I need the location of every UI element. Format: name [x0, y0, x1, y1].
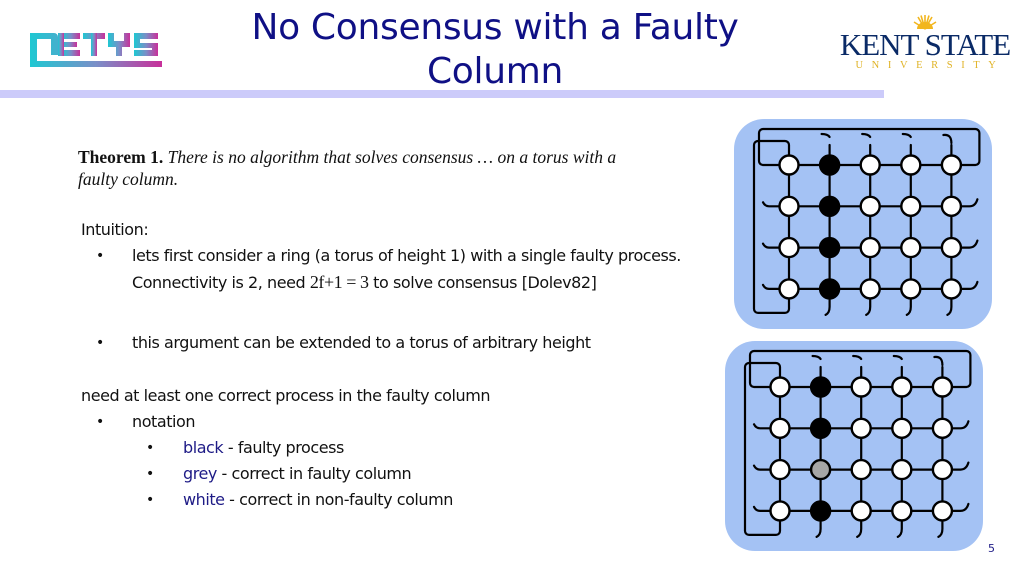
process-node-white [900, 236, 922, 259]
process-node-white [940, 236, 963, 259]
bullet-marker: • [96, 248, 104, 264]
process-node-white [769, 417, 791, 440]
bullet-ring-line-2: Connectivity is 2, need 2f+1 = 3 to solv… [132, 272, 597, 293]
process-node-black [809, 417, 832, 440]
process-node-white [900, 195, 922, 218]
page-number: 5 [988, 542, 995, 555]
torus-diagram-bottom [725, 341, 983, 551]
notation-item-grey: grey - correct in faulty column [183, 464, 412, 483]
process-node-white [850, 417, 872, 440]
notation-desc: - correct in faulty column [216, 464, 412, 483]
process-node-white [931, 500, 954, 522]
process-node-white [891, 417, 913, 440]
netys-logo [28, 30, 166, 72]
slide-title-line-1: No Consensus with a Faulty [251, 7, 739, 48]
theorem-statement-2: faulty column. [78, 169, 179, 189]
kent-state-logo: KENT STATE UNIVERSITY [836, 14, 1014, 72]
notation-desc: - faulty process [223, 438, 344, 457]
university-wordmark: UNIVERSITY [855, 60, 1005, 71]
bullet-ring-line-1: lets first consider a ring (a torus of h… [132, 246, 681, 265]
process-node-white [891, 500, 913, 522]
theorem-block: Theorem 1. There is no algorithm that so… [78, 146, 718, 190]
process-node-white [850, 376, 872, 398]
process-node-white [859, 154, 881, 176]
sun-icon [913, 15, 937, 30]
slide-title: No Consensus with a Faulty Column [230, 6, 760, 94]
bullet-marker: • [146, 440, 154, 456]
process-node-white [769, 458, 791, 481]
intuition-label: Intuition: [81, 220, 149, 239]
process-node-white [769, 500, 791, 522]
process-node-black [809, 376, 832, 398]
process-node-white [859, 278, 881, 300]
bullet-marker: • [146, 466, 154, 482]
process-node-black [818, 195, 841, 218]
process-node-black [809, 500, 832, 522]
connectivity-text: Connectivity is 2, need [132, 273, 310, 292]
title-accent-bar [0, 90, 884, 98]
process-node-white [931, 417, 954, 440]
process-node-white [891, 376, 913, 398]
process-node-white [900, 154, 922, 176]
requirement-text: need at least one correct process in the… [81, 386, 491, 405]
process-node-white [940, 154, 963, 176]
process-node-white [778, 278, 800, 300]
process-node-black [818, 278, 841, 300]
torus-diagram-top [734, 119, 992, 329]
slide-title-line-2: Column [426, 51, 564, 92]
notation-term: white [183, 490, 225, 509]
process-node-white [940, 278, 963, 300]
process-node-white [859, 236, 881, 259]
process-node-white [850, 500, 872, 522]
notation-term: grey [183, 464, 217, 483]
process-node-white [931, 458, 954, 481]
notation-desc: - correct in non-faulty column [224, 490, 453, 509]
process-node-grey [809, 458, 832, 481]
dolev-citation: to solve consensus [Dolev82] [368, 273, 597, 292]
bullet-marker: • [96, 335, 104, 351]
kent-state-wordmark: KENT STATE [839, 27, 1011, 62]
process-node-white [769, 376, 791, 398]
theorem-statement-1: There is no algorithm that solves consen… [167, 147, 617, 167]
formula: 2f+1 = 3 [309, 272, 369, 292]
theorem-label: Theorem 1. [78, 147, 164, 167]
process-node-white [940, 195, 963, 218]
notation-term: black [183, 438, 224, 457]
process-node-white [891, 458, 913, 481]
notation-item-white: white - correct in non-faulty column [183, 490, 453, 509]
process-node-white [859, 195, 881, 218]
notation-item-black: black - faulty process [183, 438, 344, 457]
bullet-extend: this argument can be extended to a torus… [132, 333, 591, 352]
process-node-black [818, 154, 841, 176]
process-node-white [778, 236, 800, 259]
process-node-black [818, 236, 841, 259]
bullet-marker: • [96, 414, 104, 430]
process-node-white [778, 154, 800, 176]
bullet-marker: • [146, 492, 154, 508]
process-node-white [850, 458, 872, 481]
notation-label: notation [132, 412, 196, 431]
process-node-white [900, 278, 922, 300]
process-node-white [931, 376, 954, 398]
process-node-white [778, 195, 800, 218]
